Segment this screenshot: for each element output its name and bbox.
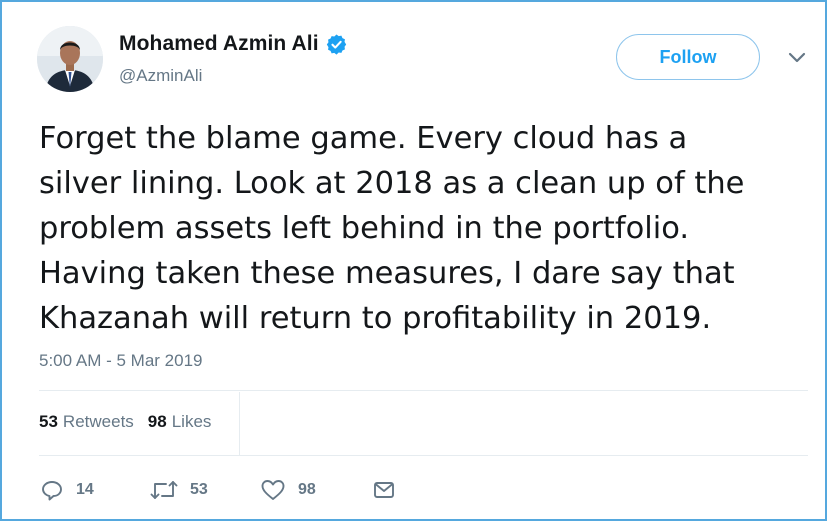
- tweet-text: Forget the blame game. Every cloud has a…: [39, 121, 745, 336]
- display-name[interactable]: Mohamed Azmin Ali: [119, 32, 319, 56]
- avatar[interactable]: [37, 26, 103, 92]
- follow-button[interactable]: Follow: [616, 34, 760, 80]
- stats-separator: [239, 392, 240, 455]
- likes-stat-count: 98: [147, 412, 167, 431]
- tweet-stats: 53 Retweets 98 Likes: [39, 412, 225, 432]
- tweet-card: Mohamed Azmin Ali @AzminAli Follow Forge…: [0, 0, 827, 521]
- retweet-button[interactable]: 53: [150, 478, 260, 502]
- name-row: Mohamed Azmin Ali: [119, 32, 348, 56]
- likes-stat[interactable]: 98 Likes: [148, 412, 212, 432]
- verified-badge-icon: [326, 33, 346, 55]
- message-button[interactable]: [372, 478, 396, 502]
- action-bar: 14 53 98: [40, 477, 396, 503]
- reply-button[interactable]: 14: [40, 478, 150, 502]
- retweet-icon: [150, 481, 178, 499]
- retweets-stat-count: 53: [39, 412, 58, 431]
- message-icon: [374, 482, 394, 498]
- likes-stat-label: Likes: [171, 412, 212, 431]
- like-count: 98: [298, 481, 316, 498]
- reply-count: 14: [76, 481, 94, 498]
- divider: [39, 390, 808, 391]
- like-icon: [261, 480, 285, 500]
- retweets-stat[interactable]: 53 Retweets: [39, 412, 134, 432]
- reply-icon: [42, 481, 62, 501]
- divider: [39, 455, 808, 456]
- retweets-stat-label: Retweets: [62, 412, 134, 431]
- like-button[interactable]: 98: [260, 478, 372, 502]
- tweet-timestamp[interactable]: 5:00 AM - 5 Mar 2019: [39, 351, 202, 371]
- user-handle[interactable]: @AzminAli: [119, 66, 202, 86]
- retweet-count: 53: [190, 481, 208, 498]
- chevron-down-icon[interactable]: [786, 50, 808, 66]
